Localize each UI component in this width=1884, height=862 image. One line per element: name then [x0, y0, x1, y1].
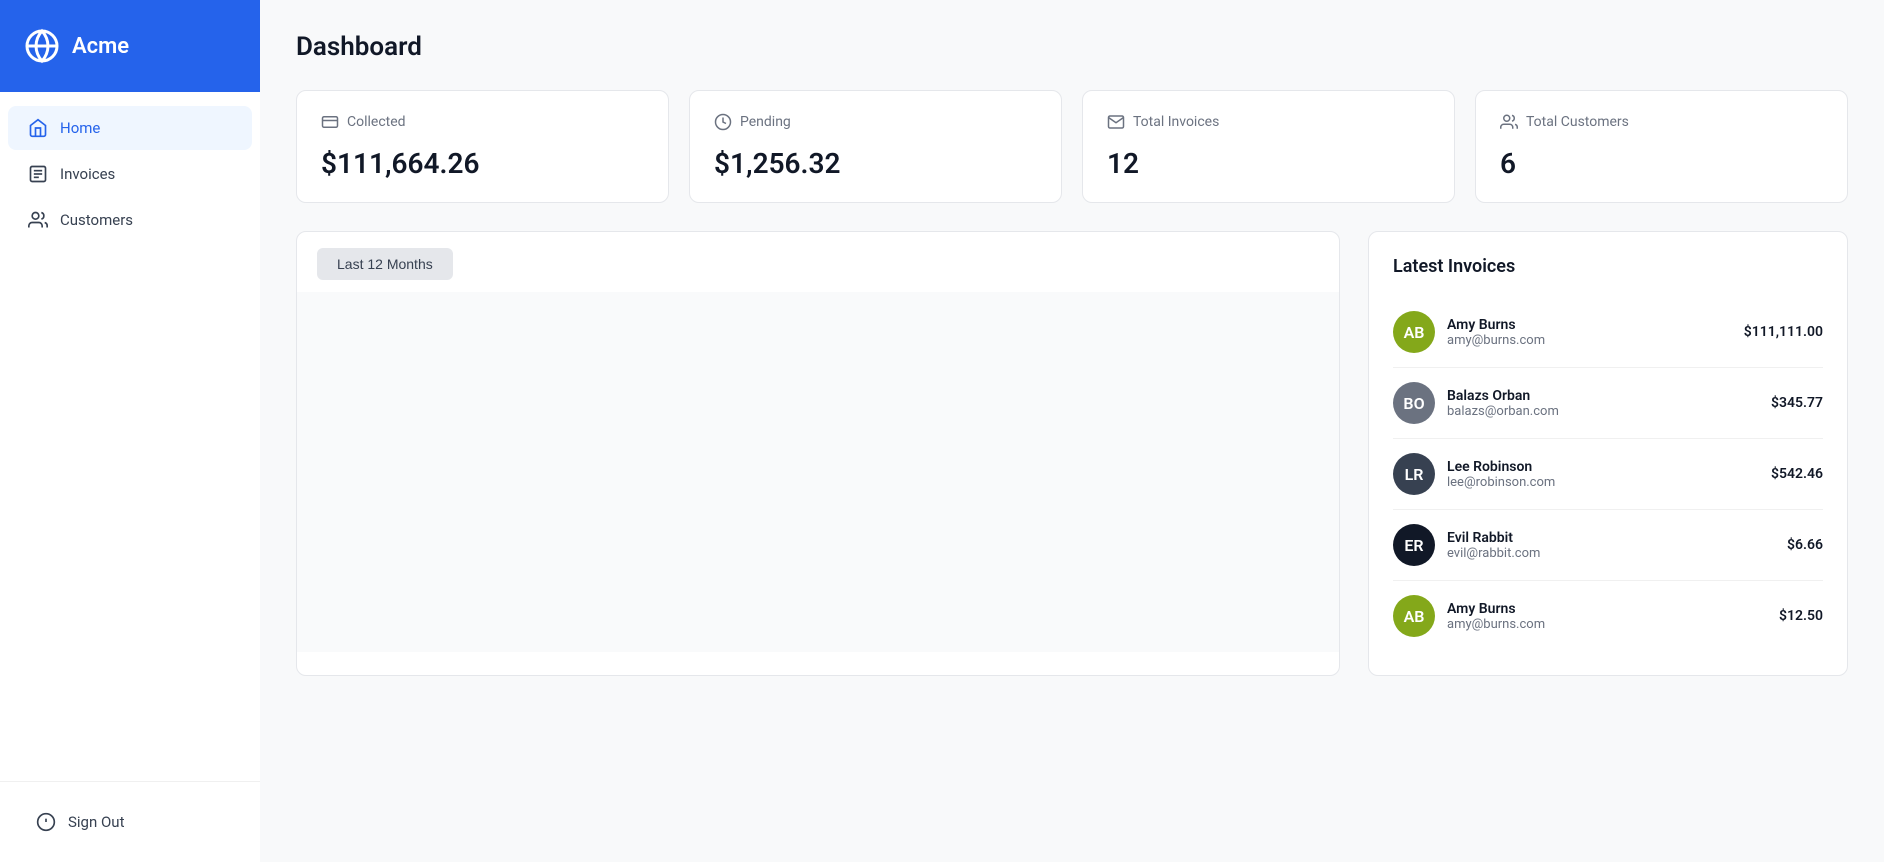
chart-filter-button[interactable]: Last 12 Months: [317, 248, 453, 280]
stat-collected-value: $111,664.26: [321, 147, 644, 180]
invoice-email-0: amy@burns.com: [1447, 333, 1732, 348]
stat-total-customers-value: 6: [1500, 147, 1823, 180]
invoice-info-2: Lee Robinson lee@robinson.com: [1447, 459, 1759, 490]
stats-grid: Collected $111,664.26 Pending $1,256.32: [296, 90, 1848, 203]
invoices-panel: Latest Invoices AB Amy Burns amy@burns.c…: [1368, 231, 1848, 676]
home-icon: [28, 118, 48, 138]
stat-pending-header: Pending: [714, 113, 1037, 131]
sidebar-item-invoices-label: Invoices: [60, 165, 115, 183]
globe-icon: [24, 28, 60, 64]
stat-pending-value: $1,256.32: [714, 147, 1037, 180]
invoice-email-1: balazs@orban.com: [1447, 404, 1759, 419]
sidebar-item-home-label: Home: [60, 119, 100, 137]
sidebar-logo: Acme: [0, 0, 260, 92]
invoice-icon: [28, 164, 48, 184]
invoice-amount-0: $111,111.00: [1744, 324, 1823, 340]
invoice-amount-3: $6.66: [1787, 537, 1823, 553]
chart-placeholder: [297, 292, 1339, 652]
stat-total-invoices-label: Total Invoices: [1133, 114, 1219, 130]
signout-icon: [36, 812, 56, 832]
stat-collected: Collected $111,664.26: [296, 90, 669, 203]
invoice-info-1: Balazs Orban balazs@orban.com: [1447, 388, 1759, 419]
stat-total-customers-label: Total Customers: [1526, 114, 1629, 130]
stat-pending: Pending $1,256.32: [689, 90, 1062, 203]
signout-section: Sign Out: [0, 781, 260, 862]
invoice-info-4: Amy Burns amy@burns.com: [1447, 601, 1767, 632]
invoice-amount-4: $12.50: [1779, 608, 1823, 624]
sidebar-item-customers-label: Customers: [60, 211, 133, 229]
invoice-info-0: Amy Burns amy@burns.com: [1447, 317, 1732, 348]
stat-collected-header: Collected: [321, 113, 644, 131]
stat-total-customers: Total Customers 6: [1475, 90, 1848, 203]
sidebar-item-home[interactable]: Home: [8, 106, 252, 150]
main-content: Dashboard Collected $111,664.26 Pending: [260, 0, 1884, 862]
collected-icon: [321, 113, 339, 131]
stat-collected-label: Collected: [347, 114, 406, 130]
invoices-list: AB Amy Burns amy@burns.com $111,111.00 B…: [1393, 297, 1823, 651]
invoice-amount-2: $542.46: [1771, 466, 1823, 482]
signout-button[interactable]: Sign Out: [16, 800, 244, 844]
lower-section: Last 12 Months Latest Invoices AB Amy Bu…: [296, 231, 1848, 676]
stat-total-invoices-value: 12: [1107, 147, 1430, 180]
sidebar: Acme Home Invoices: [0, 0, 260, 862]
invoice-name-0: Amy Burns: [1447, 317, 1732, 333]
invoice-item: AB Amy Burns amy@burns.com $12.50: [1393, 581, 1823, 651]
pending-icon: [714, 113, 732, 131]
invoice-email-3: evil@rabbit.com: [1447, 546, 1775, 561]
invoice-email-2: lee@robinson.com: [1447, 475, 1759, 490]
logo-text: Acme: [72, 34, 129, 59]
invoice-item: AB Amy Burns amy@burns.com $111,111.00: [1393, 297, 1823, 368]
chart-area: Last 12 Months: [296, 231, 1340, 676]
invoices-panel-title: Latest Invoices: [1393, 256, 1823, 277]
invoice-name-3: Evil Rabbit: [1447, 530, 1775, 546]
chart-filter: Last 12 Months: [297, 232, 1339, 280]
signout-label: Sign Out: [68, 813, 124, 831]
stat-total-customers-header: Total Customers: [1500, 113, 1823, 131]
invoice-email-4: amy@burns.com: [1447, 617, 1767, 632]
invoice-item: LR Lee Robinson lee@robinson.com $542.46: [1393, 439, 1823, 510]
total-customers-icon: [1500, 113, 1518, 131]
invoice-avatar-4: AB: [1393, 595, 1435, 637]
invoice-info-3: Evil Rabbit evil@rabbit.com: [1447, 530, 1775, 561]
invoice-item: BO Balazs Orban balazs@orban.com $345.77: [1393, 368, 1823, 439]
invoice-name-4: Amy Burns: [1447, 601, 1767, 617]
invoice-avatar-0: AB: [1393, 311, 1435, 353]
invoice-name-2: Lee Robinson: [1447, 459, 1759, 475]
stat-total-invoices: Total Invoices 12: [1082, 90, 1455, 203]
sidebar-nav: Home Invoices Customers: [0, 92, 260, 781]
invoice-avatar-2: LR: [1393, 453, 1435, 495]
stat-total-invoices-header: Total Invoices: [1107, 113, 1430, 131]
stat-pending-label: Pending: [740, 114, 791, 130]
invoices-count-icon: [1107, 113, 1125, 131]
sidebar-item-invoices[interactable]: Invoices: [8, 152, 252, 196]
invoice-item: ER Evil Rabbit evil@rabbit.com $6.66: [1393, 510, 1823, 581]
invoice-amount-1: $345.77: [1771, 395, 1823, 411]
sidebar-item-customers[interactable]: Customers: [8, 198, 252, 242]
page-title: Dashboard: [296, 32, 1848, 62]
invoice-name-1: Balazs Orban: [1447, 388, 1759, 404]
invoice-avatar-1: BO: [1393, 382, 1435, 424]
invoice-avatar-3: ER: [1393, 524, 1435, 566]
customers-icon: [28, 210, 48, 230]
